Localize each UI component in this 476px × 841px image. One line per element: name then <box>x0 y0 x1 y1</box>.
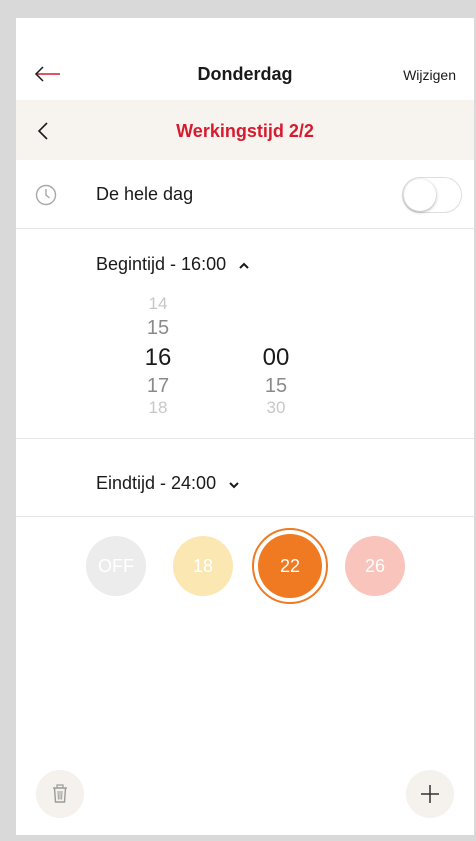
picker-minute-option: 15 <box>264 375 288 397</box>
chevron-up-icon <box>238 255 250 276</box>
divider <box>16 516 474 517</box>
picker-hour-selected: 16 <box>144 344 172 371</box>
schedule-subheader: Werkingstijd 2/2 <box>16 100 474 160</box>
toggle-knob <box>404 179 436 211</box>
picker-hour-option: 15 <box>146 317 170 339</box>
end-time-header[interactable]: Eindtijd - 24:00 <box>96 473 240 495</box>
picker-hour-option: 14 <box>148 294 168 313</box>
start-time-header[interactable]: Begintijd - 16:00 <box>96 254 250 276</box>
divider <box>16 438 474 439</box>
temp-off-button[interactable]: OFF <box>86 536 146 596</box>
start-time-label: Begintijd - 16:00 <box>96 254 227 274</box>
navigation-bar: Donderdag Wijzigen <box>16 18 474 100</box>
hour-picker[interactable]: 14 15 16 17 18 <box>128 292 188 418</box>
divider <box>16 228 474 229</box>
picker-hour-option: 18 <box>148 398 168 417</box>
clock-icon <box>34 183 58 207</box>
temp-26-button[interactable]: 26 <box>345 536 405 596</box>
all-day-toggle[interactable] <box>402 177 462 213</box>
picker-minute-option: 30 <box>266 398 286 417</box>
schedule-title: Werkingstijd 2/2 <box>176 121 314 141</box>
edit-button[interactable]: Wijzigen <box>403 67 456 83</box>
delete-button[interactable] <box>36 770 84 818</box>
screen: Donderdag Wijzigen Werkingstijd 2/2 De h… <box>16 18 474 835</box>
minute-picker[interactable]: 00 15 30 <box>246 292 306 418</box>
chevron-down-icon <box>228 474 240 495</box>
trash-icon <box>53 784 67 803</box>
end-time-label: Eindtijd - 24:00 <box>96 473 217 493</box>
temp-18-button[interactable]: 18 <box>173 536 233 596</box>
all-day-row: De hele dag <box>16 160 474 228</box>
plus-icon <box>421 785 439 803</box>
all-day-label: De hele dag <box>96 184 194 204</box>
picker-hour-option: 17 <box>146 375 170 397</box>
picker-minute-selected: 00 <box>262 344 290 371</box>
add-button[interactable] <box>406 770 454 818</box>
temp-22-button[interactable]: 22 <box>258 534 322 598</box>
